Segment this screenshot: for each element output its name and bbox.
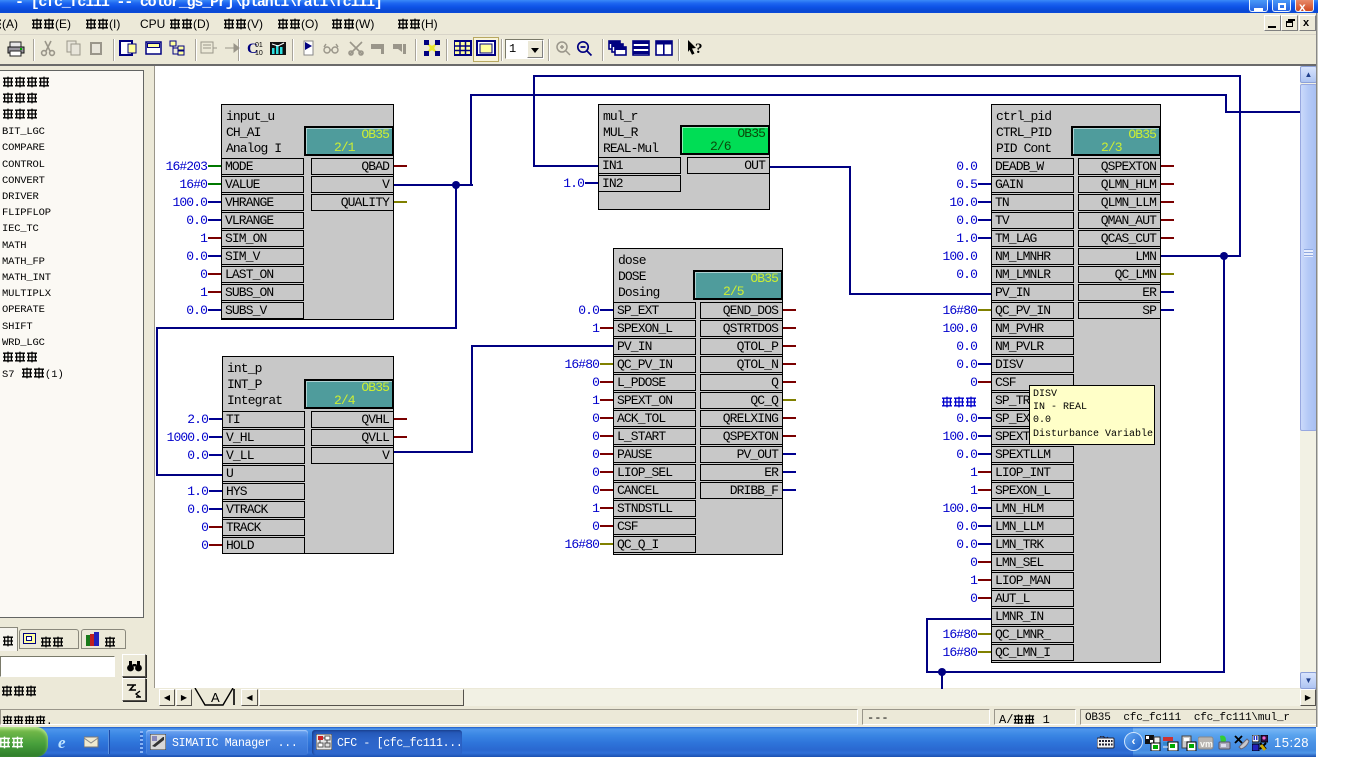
svg-text:10: 10 bbox=[255, 50, 263, 57]
svg-text:A: A bbox=[211, 690, 220, 705]
svg-text:vm: vm bbox=[1200, 739, 1213, 749]
svg-text:01: 01 bbox=[255, 42, 263, 49]
svg-text:?: ? bbox=[695, 41, 703, 57]
